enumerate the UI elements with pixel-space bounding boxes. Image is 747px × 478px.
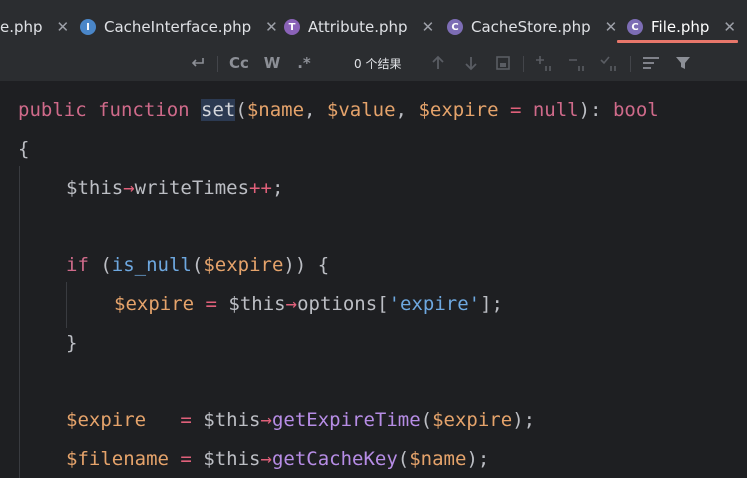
paren: ( [88, 254, 112, 276]
close-icon[interactable]: ✕ [57, 19, 70, 35]
filter-lines-icon[interactable] [641, 53, 661, 73]
regex-button[interactable]: .* [293, 53, 315, 73]
arrow-op: → [123, 177, 135, 199]
interface-icon: I [80, 19, 96, 35]
this-var: $this [203, 409, 261, 431]
code-line-1: public function set($name, $value, $expi… [18, 95, 659, 125]
indent-guide [19, 166, 20, 478]
code-line-7: $expire = $this→getExpireTime($expire); [66, 405, 535, 435]
paren-brace: )) { [283, 254, 330, 276]
tab-label: CacheStore.php [471, 18, 591, 36]
param-value: $value [326, 99, 396, 121]
bracket-semicolon: ]; [480, 293, 503, 315]
keyword-if: if [66, 254, 89, 276]
match-case-button[interactable]: Cc [226, 53, 252, 73]
toolbar-separator [523, 56, 524, 72]
words-button[interactable]: W [261, 53, 283, 73]
bracket: [ [377, 293, 389, 315]
return-sep: ): [578, 99, 613, 121]
comma: , [395, 99, 419, 121]
param-name: $name [246, 99, 305, 121]
paren: ( [420, 409, 433, 431]
function-name: set [201, 99, 236, 121]
tab-cacheinterface-php[interactable]: I CacheInterface.php ✕ [80, 12, 278, 42]
code-editor[interactable]: public function set($name, $value, $expi… [0, 82, 747, 478]
keyword-function: function [98, 99, 202, 121]
tab-label: CacheInterface.php [104, 18, 252, 36]
property-name: options [297, 293, 378, 315]
code-line-6: } [66, 328, 77, 358]
close-icon[interactable]: ✕ [265, 19, 278, 35]
class-icon: C [447, 19, 463, 35]
paren: ( [235, 99, 247, 121]
search-results-count: 0 个结果 [354, 57, 402, 71]
paren-semicolon: ); [466, 448, 490, 470]
tab-label: File.php [651, 18, 710, 36]
open-brace: { [18, 138, 30, 160]
arrow-op: → [260, 409, 272, 431]
arrow-op: → [285, 293, 298, 315]
code-line-5: $expire = $this→options['expire']; [114, 289, 503, 319]
this-var: $this [203, 448, 261, 470]
var-filename: $filename [66, 448, 169, 470]
this-var: $this [228, 293, 286, 315]
this-var: $this [66, 177, 124, 199]
assign-op: = [168, 448, 204, 470]
code-line-4: if (is_null($expire)) { [66, 250, 329, 280]
active-tab-indicator [617, 40, 738, 43]
tab-attribute-php[interactable]: T Attribute.php ✕ [284, 12, 434, 42]
tab-label: Attribute.php [308, 18, 408, 36]
add-occurrence-icon[interactable] [533, 53, 555, 73]
filter-icon[interactable] [673, 53, 693, 73]
method-call: getExpireTime [271, 409, 421, 431]
paren: ( [191, 254, 204, 276]
code-line-2: { [18, 134, 29, 164]
builtin-function: is_null [111, 254, 192, 276]
var-name: $name [409, 448, 467, 470]
assign-op: = [498, 99, 533, 121]
close-icon[interactable]: ✕ [422, 19, 435, 35]
string-literal: 'expire' [388, 293, 481, 315]
code-line-8: $filename = $this→getCacheKey($name); [66, 444, 489, 474]
preserve-case-icon[interactable] [188, 53, 208, 73]
assign-op: = [146, 409, 204, 431]
tab-label: e.php [0, 18, 43, 36]
comma: , [304, 99, 327, 121]
return-type: bool [612, 99, 659, 121]
open-in-window-icon[interactable] [493, 53, 513, 73]
var-expire: $expire [114, 293, 195, 315]
method-call: getCacheKey [271, 448, 398, 470]
toolbar-separator [217, 56, 218, 72]
property-name: writeTimes [134, 177, 250, 199]
arrow-up-icon[interactable] [428, 53, 448, 73]
close-icon[interactable]: ✕ [723, 19, 736, 35]
assign-op: = [194, 293, 229, 315]
var-expire: $expire [203, 254, 284, 276]
keyword-null: null [532, 99, 579, 121]
param-expire: $expire [418, 99, 499, 121]
close-icon[interactable]: ✕ [605, 19, 618, 35]
remove-occurrence-icon[interactable] [566, 53, 588, 73]
increment-op: ++ [249, 177, 272, 199]
paren-semicolon: ); [512, 409, 536, 431]
find-toolbar: Cc W .* 0 个结果 [0, 44, 747, 82]
tab-cachestore-php[interactable]: C CacheStore.php ✕ [447, 12, 617, 42]
semicolon: ; [271, 177, 284, 199]
select-all-occurrences-icon[interactable] [598, 53, 620, 73]
editor-tab-bar: e.php ✕ I CacheInterface.php ✕ T Attribu… [0, 0, 747, 44]
arrow-op: → [260, 448, 272, 470]
var-expire: $expire [432, 409, 513, 431]
toolbar-separator [630, 56, 631, 72]
tab-file-php[interactable]: C File.php ✕ [627, 12, 736, 42]
var-expire: $expire [66, 409, 147, 431]
close-brace: } [66, 332, 78, 354]
arrow-down-icon[interactable] [461, 53, 481, 73]
keyword-public: public [18, 99, 99, 121]
trait-icon: T [284, 19, 300, 35]
paren: ( [397, 448, 410, 470]
code-line-3: $this→writeTimes++; [66, 173, 283, 203]
class-icon: C [627, 19, 643, 35]
tab-e-php[interactable]: e.php ✕ [0, 12, 69, 42]
indent-guide [66, 282, 67, 328]
